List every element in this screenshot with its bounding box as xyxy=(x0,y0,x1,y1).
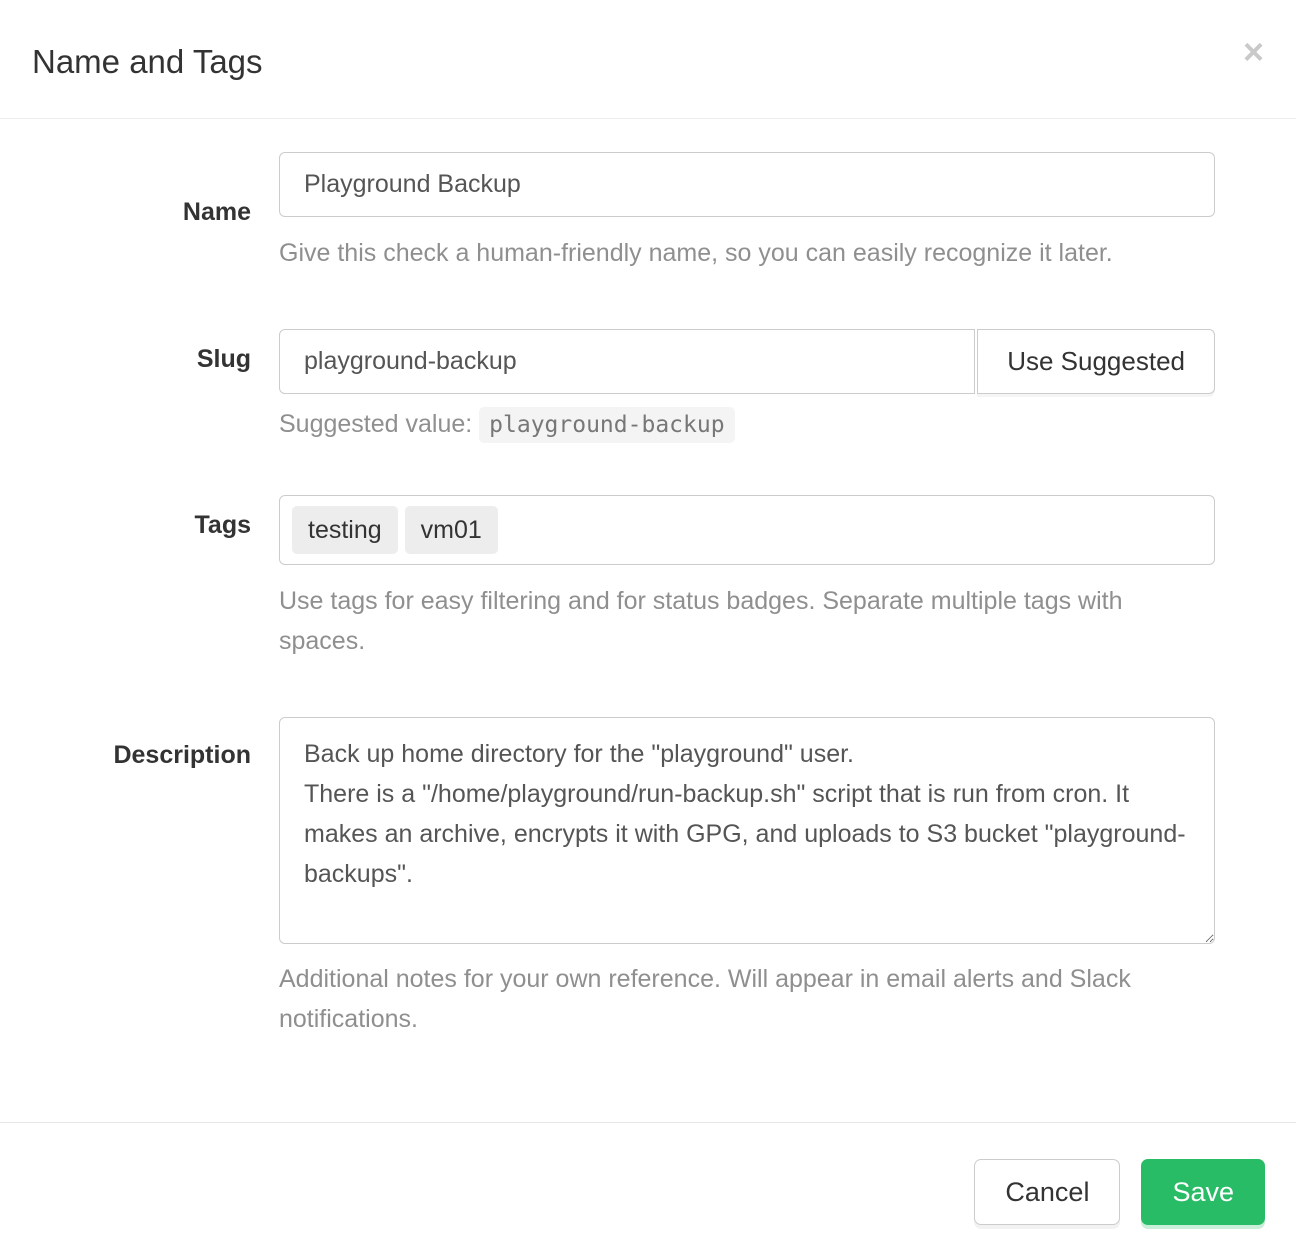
dialog-title: Name and Tags xyxy=(32,44,1264,80)
name-help-text: Give this check a human-friendly name, s… xyxy=(279,233,1215,273)
suggested-value-code: playground-backup xyxy=(479,407,734,443)
name-and-tags-dialog: Name and Tags × Name Give this check a h… xyxy=(0,0,1296,1254)
name-field-row: Name Give this check a human-friendly na… xyxy=(32,152,1264,273)
dialog-footer: Cancel Save xyxy=(0,1122,1296,1254)
tags-input[interactable]: testing vm01 xyxy=(279,495,1215,565)
dialog-body: Name Give this check a human-friendly na… xyxy=(0,119,1296,1039)
slug-input-group: Use Suggested xyxy=(279,329,1215,394)
cancel-button[interactable]: Cancel xyxy=(974,1159,1120,1225)
name-label: Name xyxy=(183,198,251,226)
tags-field-row: Tags testing vm01 Use tags for easy filt… xyxy=(32,495,1264,661)
tags-help-text: Use tags for easy filtering and for stat… xyxy=(279,581,1215,661)
slug-label: Slug xyxy=(197,345,251,373)
description-help-text: Additional notes for your own reference.… xyxy=(279,959,1215,1039)
description-label: Description xyxy=(113,741,251,769)
tag-chip[interactable]: testing xyxy=(292,506,398,554)
slug-input[interactable] xyxy=(279,329,975,394)
save-button[interactable]: Save xyxy=(1141,1159,1265,1225)
tag-chip[interactable]: vm01 xyxy=(405,506,498,554)
suggested-value-line: Suggested value: playground-backup xyxy=(279,410,1215,439)
dialog-header: Name and Tags × xyxy=(0,0,1296,119)
description-field-row: Description Back up home directory for t… xyxy=(32,717,1264,1039)
close-icon[interactable]: × xyxy=(1239,30,1268,74)
suggested-value-prefix: Suggested value: xyxy=(279,410,472,438)
tags-label: Tags xyxy=(195,511,252,539)
name-input[interactable] xyxy=(279,152,1215,217)
slug-field-row: Slug Use Suggested Suggested value: play… xyxy=(32,329,1264,439)
use-suggested-button[interactable]: Use Suggested xyxy=(977,329,1215,394)
description-textarea[interactable]: Back up home directory for the "playgrou… xyxy=(279,717,1215,944)
